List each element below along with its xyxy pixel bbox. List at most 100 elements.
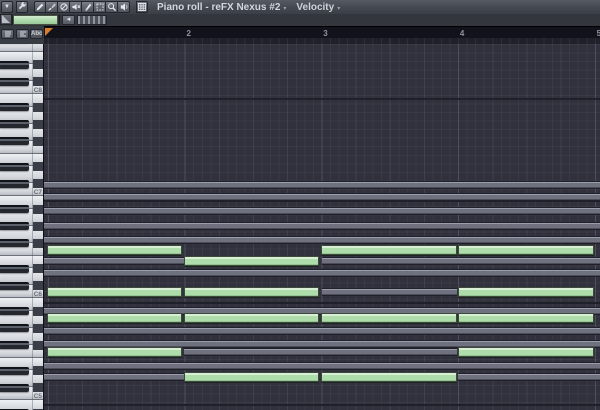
note-list-toggle-button[interactable] [1,29,14,39]
piano-key-black[interactable] [0,103,29,111]
black-row-strip [33,383,43,392]
piano-key-black[interactable] [0,307,29,315]
stamp-tool-button[interactable] [136,1,148,13]
options-timeline-row: Abc 2 3 4 5 [0,26,600,45]
midi-note[interactable] [458,313,594,323]
piano-key-black[interactable] [0,281,29,290]
midi-note[interactable] [321,372,457,382]
octave-line [44,404,600,406]
midi-note[interactable] [46,347,182,357]
note-stack-toggle-button[interactable] [16,29,29,39]
black-row-strip [33,119,43,129]
zoom-tool-button[interactable] [106,1,118,13]
piano-key-black[interactable] [0,179,29,188]
midi-note[interactable] [321,313,457,323]
midi-note[interactable] [183,313,319,323]
piano-key-black[interactable] [0,77,29,86]
delete-icon [59,3,68,11]
midi-note[interactable] [183,372,319,382]
piano-key-black[interactable] [0,264,29,273]
keyboard-octave: C7 [0,94,43,196]
window-title: Piano roll - reFX Nexus #2 [157,1,281,13]
piano-key-white[interactable] [0,44,43,52]
toolbar-button-group [16,1,28,13]
main-menu-button[interactable]: ▼ [1,1,13,13]
midi-note[interactable] [458,347,594,357]
note-grid[interactable] [44,44,600,410]
ghost-note-bar [44,182,600,188]
midi-note[interactable] [458,245,594,255]
piano-key-black[interactable] [0,120,29,128]
piano-key-black[interactable] [0,383,29,392]
piano-key-black[interactable] [0,324,29,332]
slice-icon [84,3,91,11]
black-row-strip [33,340,43,350]
horizontal-scrollbar-thumb[interactable] [13,15,58,25]
ghost-note-bar [44,270,600,276]
timeline-ruler[interactable]: 2 3 4 5 [44,26,600,45]
piano-key-black[interactable] [0,222,29,230]
title-dropdown-icon[interactable]: ▾ [283,5,286,12]
zoom-icon [107,3,116,12]
bar-number: 2 [186,29,191,38]
dropdown-arrow-icon: ▼ [4,4,10,10]
piano-roll-toolbar: ▼ Piano roll - reFX Nexus #2 ▾ Velocity … [0,0,600,15]
select-tool-button[interactable] [94,1,106,13]
ghost-note-bar [321,288,457,295]
wrench-icon [18,2,26,10]
delete-tool-button[interactable] [58,1,70,13]
ghost-note-bar [321,257,600,264]
midi-note[interactable] [183,256,319,266]
velocity-dropdown-icon[interactable]: ▾ [337,5,340,12]
black-row-strip [33,60,43,69]
brush-tool-button[interactable] [46,1,58,13]
fold-corner-button[interactable] [0,14,12,25]
ghost-note-bar [44,208,600,214]
keyboard-strip-divider [32,44,33,410]
piano-key-black[interactable] [0,60,29,69]
piano-key-black[interactable] [0,137,29,145]
wrench-tool-button[interactable] [16,1,28,13]
black-row-strip [33,281,43,290]
octave-line [44,98,600,100]
bar-number: 5 [597,29,600,38]
bar-number: 3 [323,29,328,38]
select-icon [96,3,103,11]
mute-icon [71,4,80,10]
black-row-strip [33,264,43,273]
midi-note[interactable] [46,313,182,323]
horizontal-scroll-row: ◂ [0,14,600,26]
piano-key-black[interactable] [0,162,29,171]
scroll-left-button[interactable]: ◂ [62,15,75,25]
target-parameter-selector[interactable]: Velocity [296,2,334,13]
black-row-strip [33,102,43,112]
midi-note[interactable] [458,287,594,297]
octave-label: C5 [33,392,42,400]
midi-note[interactable] [46,245,182,255]
black-row-strip [33,238,43,248]
keyboard-octave: C5 [0,298,43,400]
pencil-icon [36,3,44,11]
stamp-icon [138,3,146,11]
ghost-note-bar [44,223,600,229]
toolbar-button-group [34,1,130,13]
playback-icon [120,3,127,11]
black-row-strip [33,366,43,375]
pencil-tool-button[interactable] [34,1,46,13]
piano-key-black[interactable] [0,239,29,247]
piano-key-black[interactable] [0,205,29,213]
midi-note[interactable] [321,245,457,255]
zoom-grip-handle[interactable] [77,15,107,25]
octave-line [44,200,600,202]
piano-key-black[interactable] [0,341,29,349]
piano-key-black[interactable] [0,366,29,375]
midi-note[interactable] [46,287,182,297]
midi-note[interactable] [183,287,319,297]
mute-tool-button[interactable] [70,1,82,13]
playback-start-marker[interactable] [45,28,53,36]
slice-tool-button[interactable] [82,1,94,13]
octave-label: C7 [33,188,42,196]
note-names-button[interactable]: Abc [30,29,43,39]
brush-icon [47,3,56,11]
playback-tool-button[interactable] [118,1,130,13]
